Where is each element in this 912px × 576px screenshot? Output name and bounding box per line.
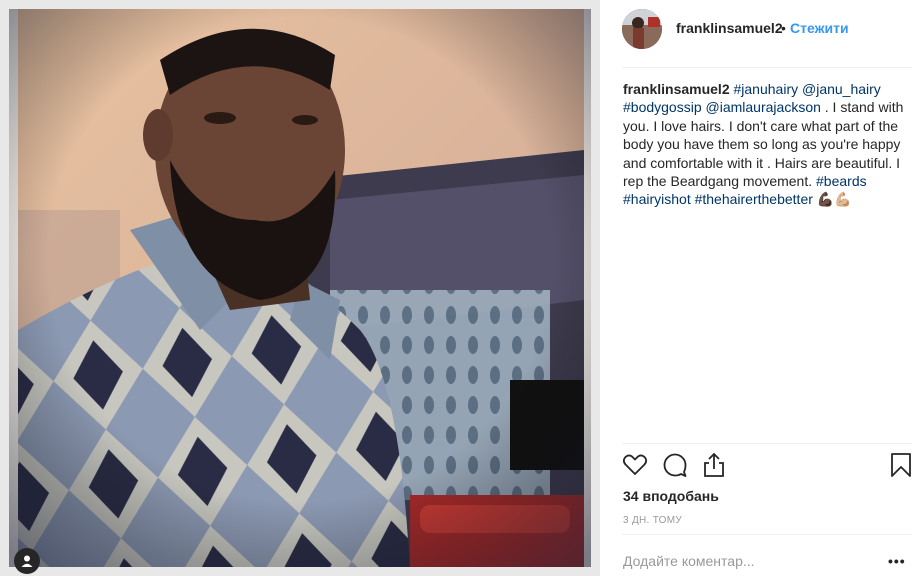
divider — [622, 67, 912, 68]
caption-text: #januhairy @janu_hairy #bodygossip @iaml… — [623, 81, 903, 207]
hashtag-link[interactable]: #bodygossip — [623, 99, 702, 115]
separator-dot: • — [781, 20, 786, 36]
hashtag-link[interactable]: @janu_hairy — [802, 81, 881, 97]
hashtag-link[interactable]: @iamlaurajackson — [706, 99, 821, 115]
bookmark-icon[interactable] — [888, 452, 912, 478]
comment-input[interactable]: Додайте коментар... — [623, 553, 755, 569]
avatar[interactable] — [622, 9, 662, 49]
likes-count[interactable]: 34 вподобань — [623, 488, 719, 504]
hashtag-link[interactable]: #beards — [816, 173, 867, 189]
caption-segment: 💪🏿💪🏼 — [812, 191, 852, 208]
post-header: franklinsamuel2 • Стежити — [600, 0, 912, 58]
comment-icon[interactable] — [662, 452, 688, 478]
heart-icon[interactable] — [622, 452, 648, 478]
post-timestamp: 3 ДН. ТОМУ — [623, 515, 683, 526]
follow-button[interactable]: Стежити — [790, 20, 849, 36]
hashtag-link[interactable]: #hairyishot — [623, 191, 691, 207]
post-image — [0, 0, 600, 576]
post-photo[interactable] — [0, 0, 600, 576]
caption-username-link[interactable]: franklinsamuel2 — [623, 81, 730, 97]
header-username-link[interactable]: franklinsamuel2 — [676, 20, 783, 36]
more-options-button[interactable]: ••• — [888, 553, 906, 569]
action-bar — [622, 452, 912, 482]
divider — [622, 534, 912, 535]
user-tag-icon[interactable] — [14, 548, 40, 574]
divider — [622, 443, 912, 444]
share-icon[interactable] — [701, 452, 727, 478]
post-details-panel: franklinsamuel2 • Стежити franklinsamuel… — [600, 0, 912, 576]
caption: franklinsamuel2 #januhairy @janu_hairy #… — [623, 80, 909, 209]
hashtag-link[interactable]: #thehairerthebetter — [695, 191, 813, 207]
hashtag-link[interactable]: #januhairy — [734, 81, 799, 97]
